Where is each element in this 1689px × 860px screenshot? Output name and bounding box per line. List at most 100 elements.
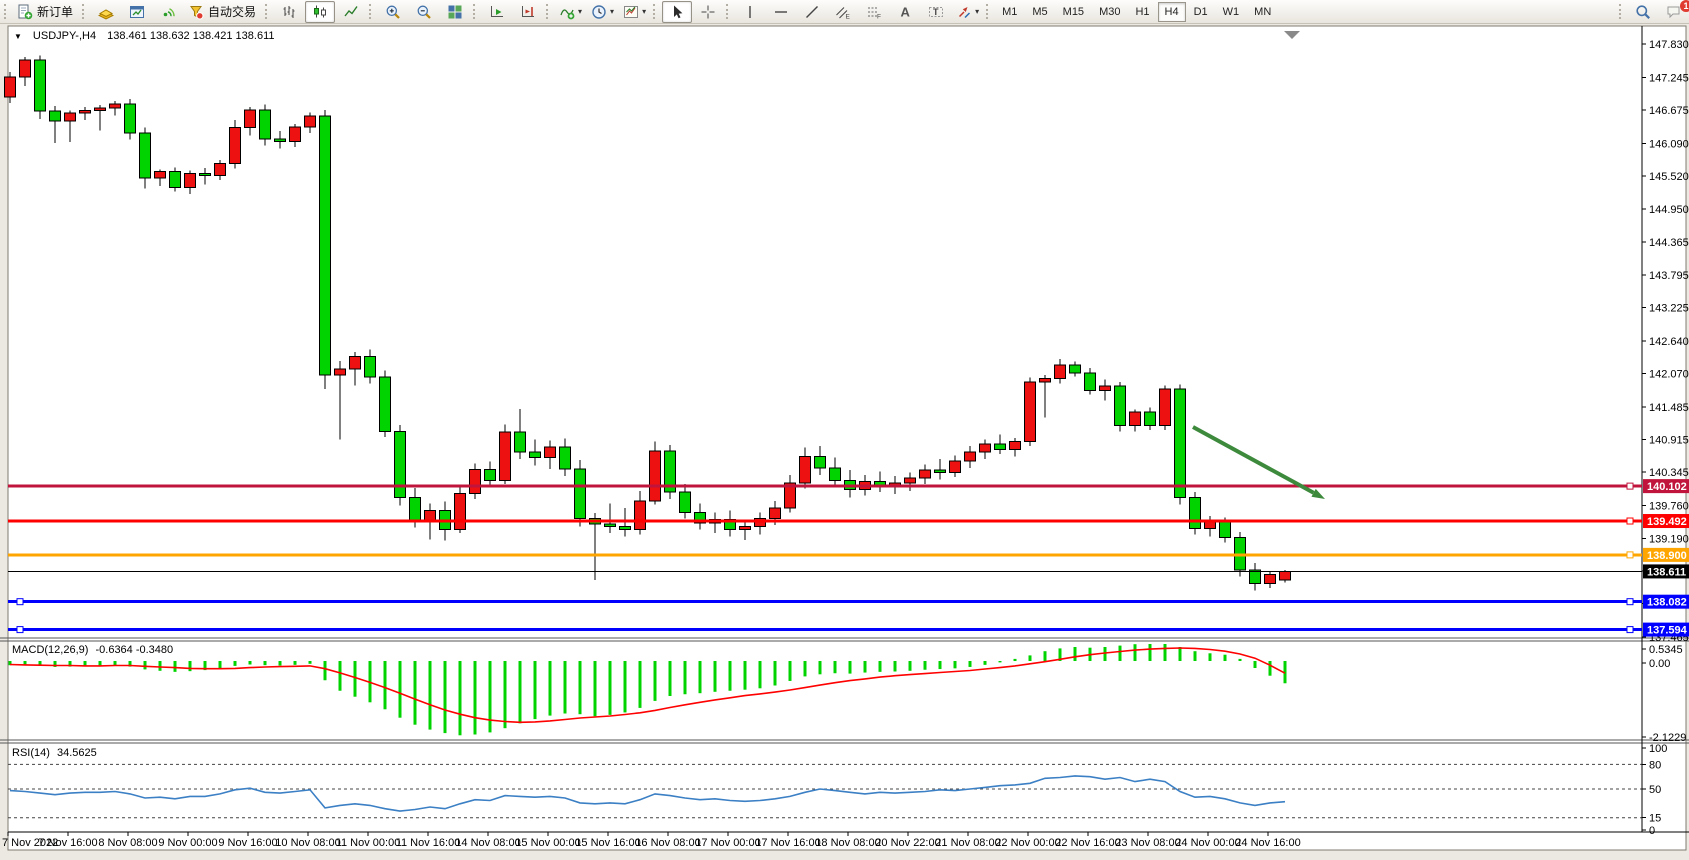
macd-histogram-bar bbox=[684, 661, 687, 694]
resistance-line-2-handle[interactable] bbox=[1627, 518, 1633, 524]
macd-histogram-bar bbox=[1119, 646, 1122, 661]
macd-histogram-bar bbox=[159, 661, 162, 671]
crosshair-button[interactable] bbox=[693, 1, 723, 23]
text-button[interactable]: A bbox=[890, 1, 920, 23]
time-tick-label: 9 Nov 16:00 bbox=[218, 837, 277, 849]
toolbar-grip bbox=[82, 4, 87, 19]
chart-dropdown-icon[interactable]: ▼ bbox=[14, 32, 22, 41]
price-tick-label: 142.070 bbox=[1649, 369, 1689, 381]
toolbar-grip bbox=[726, 4, 731, 19]
market-watch-button[interactable] bbox=[91, 1, 121, 23]
timeframe-m15-button[interactable]: M15 bbox=[1056, 2, 1091, 22]
autotrade-button[interactable]: 自动交易 bbox=[184, 1, 262, 23]
macd-histogram-bar bbox=[774, 661, 777, 686]
price-tick-label: 139.190 bbox=[1649, 533, 1689, 545]
macd-name: MACD(12,26,9) bbox=[12, 644, 88, 656]
candle bbox=[995, 444, 1006, 450]
price-tick-label: 147.245 bbox=[1649, 72, 1689, 84]
chart-shift-button[interactable] bbox=[513, 1, 543, 23]
signals-button[interactable] bbox=[153, 1, 183, 23]
price-tick-label: 145.520 bbox=[1649, 171, 1689, 183]
dropdown-caret-icon[interactable]: ▾ bbox=[975, 7, 979, 16]
macd-histogram-bar bbox=[564, 661, 567, 714]
resistance-line-1-handle[interactable] bbox=[1627, 483, 1633, 489]
fibonacci-button[interactable]: F bbox=[859, 1, 889, 23]
new-order-button[interactable]: 新订单 bbox=[13, 1, 79, 23]
arrows-button[interactable]: ▾ bbox=[952, 1, 983, 23]
time-tick-label: 20 Nov 22:00 bbox=[875, 837, 940, 849]
indicators-button[interactable]: ▾ bbox=[555, 1, 586, 23]
macd-histogram-bar bbox=[834, 661, 837, 673]
hline-button[interactable] bbox=[766, 1, 796, 23]
candle bbox=[65, 113, 76, 121]
data-window-button[interactable] bbox=[122, 1, 152, 23]
macd-histogram-bar bbox=[354, 661, 357, 697]
data-window-icon bbox=[129, 4, 145, 20]
vline-button[interactable] bbox=[735, 1, 765, 23]
label-button[interactable]: T bbox=[921, 1, 951, 23]
dropdown-caret-icon[interactable]: ▾ bbox=[610, 7, 614, 16]
macd-histogram-bar bbox=[594, 661, 597, 716]
resistance-line-1-price-tag-text: 140.102 bbox=[1647, 481, 1687, 493]
macd-histogram-bar bbox=[219, 661, 222, 668]
time-tick-label: 17 Nov 16:00 bbox=[755, 837, 820, 849]
macd-histogram-bar bbox=[999, 661, 1002, 662]
trendline-button[interactable] bbox=[797, 1, 827, 23]
support-line-orange-handle[interactable] bbox=[1627, 552, 1633, 558]
macd-histogram-bar bbox=[744, 661, 747, 690]
cursor-button[interactable] bbox=[662, 1, 692, 23]
timeframe-mn-button[interactable]: MN bbox=[1247, 2, 1278, 22]
timeframe-m30-button[interactable]: M30 bbox=[1092, 2, 1127, 22]
candle bbox=[215, 164, 226, 176]
svg-text:T: T bbox=[933, 7, 939, 17]
chart-canvas: 147.830147.245146.675146.090145.520144.9… bbox=[0, 0, 1689, 860]
template-button[interactable]: ▾ bbox=[619, 1, 650, 23]
support-line-blue-2-handle[interactable] bbox=[1627, 627, 1633, 633]
macd-tick-label: 0.5345 bbox=[1649, 644, 1683, 656]
time-tick-label: 15 Nov 00:00 bbox=[515, 837, 580, 849]
support-line-blue-1-handle[interactable] bbox=[1627, 599, 1633, 605]
candle bbox=[1085, 373, 1096, 391]
support-line-blue-2-handle[interactable] bbox=[17, 627, 23, 633]
timeframe-h1-button[interactable]: H1 bbox=[1128, 2, 1156, 22]
toolbar-grip bbox=[369, 4, 374, 19]
candle bbox=[95, 108, 106, 110]
zoom-in-button[interactable] bbox=[378, 1, 408, 23]
tile-windows-button[interactable] bbox=[440, 1, 470, 23]
dropdown-caret-icon[interactable]: ▾ bbox=[578, 7, 582, 16]
timeframe-h4-button[interactable]: H4 bbox=[1158, 2, 1186, 22]
macd-histogram-bar bbox=[1179, 647, 1182, 661]
candle bbox=[1070, 365, 1081, 373]
candle bbox=[680, 492, 691, 513]
auto-scroll-button[interactable] bbox=[482, 1, 512, 23]
timeframe-m1-button[interactable]: M1 bbox=[995, 2, 1024, 22]
zoom-out-button[interactable] bbox=[409, 1, 439, 23]
candle bbox=[800, 456, 811, 482]
chart-title: ▼ USDJPY-,H4 138.461 138.632 138.421 138… bbox=[14, 30, 279, 42]
macd-tick-label: 0.00 bbox=[1649, 658, 1670, 670]
toolbar-group-panels: 自动交易 bbox=[91, 1, 262, 23]
chat-button[interactable]: 1 bbox=[1659, 1, 1689, 23]
template-icon bbox=[623, 4, 639, 20]
price-tick-label: 146.090 bbox=[1649, 139, 1689, 151]
candlestick-button[interactable] bbox=[305, 1, 335, 23]
chart-symbol-period: USDJPY-,H4 bbox=[33, 30, 96, 42]
price-tick-label: 146.675 bbox=[1649, 105, 1689, 117]
bar-chart-button[interactable] bbox=[274, 1, 304, 23]
candle bbox=[1100, 386, 1111, 391]
support-line-blue-1-handle[interactable] bbox=[17, 599, 23, 605]
timeframe-m5-button[interactable]: M5 bbox=[1025, 2, 1054, 22]
rsi-tick-label: 15 bbox=[1649, 813, 1661, 825]
timeframe-w1-button[interactable]: W1 bbox=[1216, 2, 1247, 22]
channel-button[interactable]: E bbox=[828, 1, 858, 23]
candle bbox=[1115, 386, 1126, 425]
candle bbox=[245, 110, 256, 128]
search-button[interactable] bbox=[1628, 1, 1658, 23]
rsi-tick-label: 100 bbox=[1649, 743, 1667, 755]
line-chart-button[interactable] bbox=[336, 1, 366, 23]
rsi-indicator-label: RSI(14) 34.5625 bbox=[12, 747, 101, 759]
dropdown-caret-icon[interactable]: ▾ bbox=[642, 7, 646, 16]
periods-button[interactable]: ▾ bbox=[587, 1, 618, 23]
zoom-out-icon bbox=[416, 4, 432, 20]
timeframe-d1-button[interactable]: D1 bbox=[1187, 2, 1215, 22]
